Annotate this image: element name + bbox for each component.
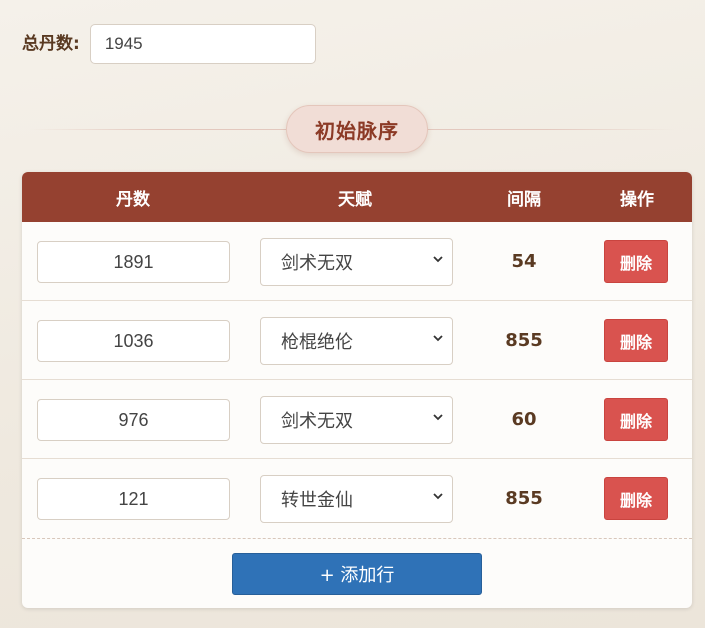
chevron-down-icon [433, 493, 443, 500]
total-row: 总丹数: [22, 24, 316, 64]
chevron-down-icon [433, 256, 443, 263]
talent-select[interactable]: 剑术无双 [260, 238, 453, 286]
section-title: 初始脉序 [286, 105, 428, 153]
sequence-table: 丹数 天赋 间隔 操作 剑术无双 54 删除 枪棍绝伦 855 删除 剑术无双 … [22, 172, 692, 608]
talent-select-value: 枪棍绝伦 [281, 332, 353, 353]
chevron-down-icon [433, 335, 443, 342]
table-row: 转世金仙 855 删除 [22, 459, 692, 538]
table-footer-divider [22, 538, 692, 539]
delete-button[interactable]: 删除 [604, 477, 668, 520]
talent-select-value: 剑术无双 [281, 253, 353, 274]
table-row: 剑术无双 60 删除 [22, 380, 692, 459]
dan-input[interactable] [37, 241, 230, 283]
dan-input[interactable] [37, 478, 230, 520]
total-label: 总丹数: [22, 33, 80, 54]
dan-input[interactable] [37, 320, 230, 362]
add-row-button[interactable]: + 添加行 [232, 553, 482, 595]
header-gap: 间隔 [507, 189, 541, 210]
delete-button[interactable]: 删除 [604, 398, 668, 441]
talent-select[interactable]: 剑术无双 [260, 396, 453, 444]
talent-select-value: 剑术无双 [281, 411, 353, 432]
header-operation: 操作 [620, 189, 654, 210]
gap-value: 60 [511, 409, 537, 430]
table-row: 剑术无双 54 删除 [22, 222, 692, 301]
talent-select[interactable]: 枪棍绝伦 [260, 317, 453, 365]
chevron-down-icon [433, 414, 443, 421]
header-dan: 丹数 [116, 189, 150, 210]
talent-select-value: 转世金仙 [281, 490, 353, 511]
talent-select[interactable]: 转世金仙 [260, 475, 453, 523]
delete-button[interactable]: 删除 [604, 319, 668, 362]
delete-button[interactable]: 删除 [604, 240, 668, 283]
dan-input[interactable] [37, 399, 230, 441]
gap-value: 855 [505, 488, 543, 509]
table-row: 枪棍绝伦 855 删除 [22, 301, 692, 380]
gap-value: 54 [511, 251, 537, 272]
table-header: 丹数 天赋 间隔 操作 [22, 172, 692, 222]
header-talent: 天赋 [338, 189, 372, 210]
gap-value: 855 [505, 330, 543, 351]
total-dan-input[interactable] [89, 24, 316, 64]
